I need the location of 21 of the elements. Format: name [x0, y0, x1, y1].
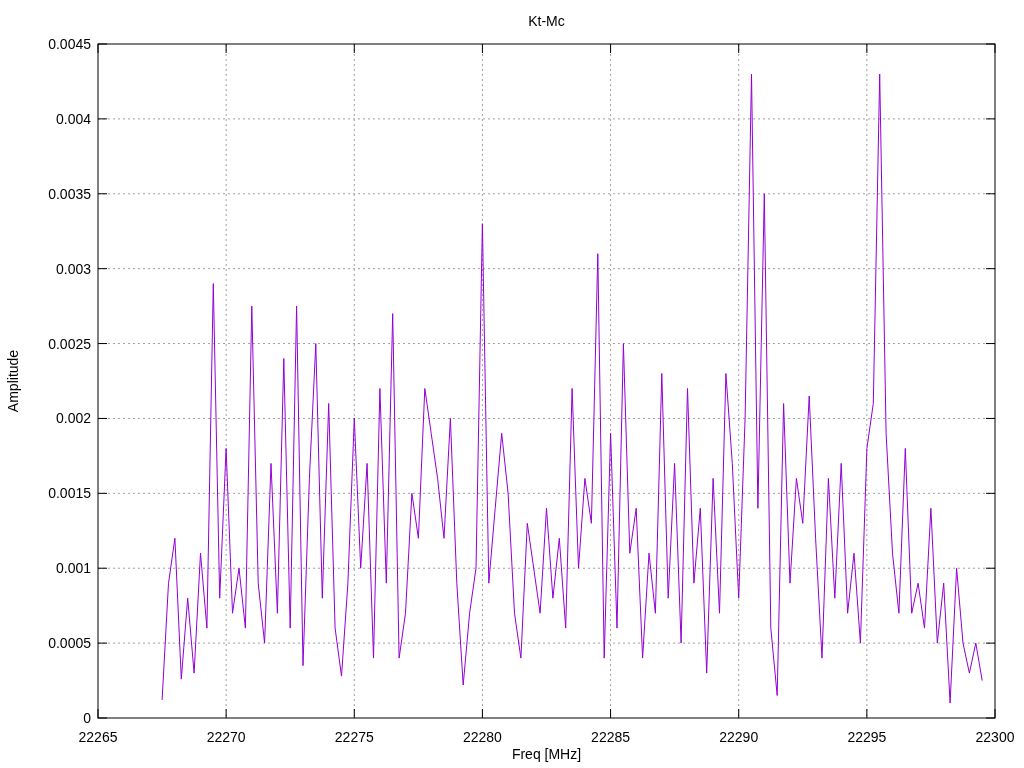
tick-label: 22300: [975, 729, 1015, 745]
tick-label: 0.0015: [48, 485, 91, 502]
tick-label: 0.003: [55, 260, 91, 277]
chart-title: Kt-Mc: [528, 13, 565, 29]
tick-label: 0.0045: [48, 36, 91, 52]
tick-label: 0.001: [55, 560, 91, 577]
tick-label: 22295: [847, 729, 887, 745]
tick-label: 22275: [334, 729, 374, 745]
axis-label: Amplitude: [5, 349, 21, 413]
tick-label: 0.0025: [48, 335, 91, 352]
tick-label: 22280: [462, 729, 502, 745]
tick-label: 0: [83, 710, 91, 726]
tick-label: 22265: [78, 729, 118, 745]
tick-label: 0.004: [55, 110, 91, 127]
tick-label: 22270: [206, 729, 246, 745]
tick-label: 22285: [591, 729, 631, 745]
tick-label: 0.0005: [48, 635, 91, 652]
axis-label: Freq [MHz]: [511, 746, 582, 762]
tick-label: 0.0035: [48, 185, 91, 202]
tick-label: 22290: [719, 729, 759, 745]
tick-label: 0.002: [55, 410, 91, 427]
